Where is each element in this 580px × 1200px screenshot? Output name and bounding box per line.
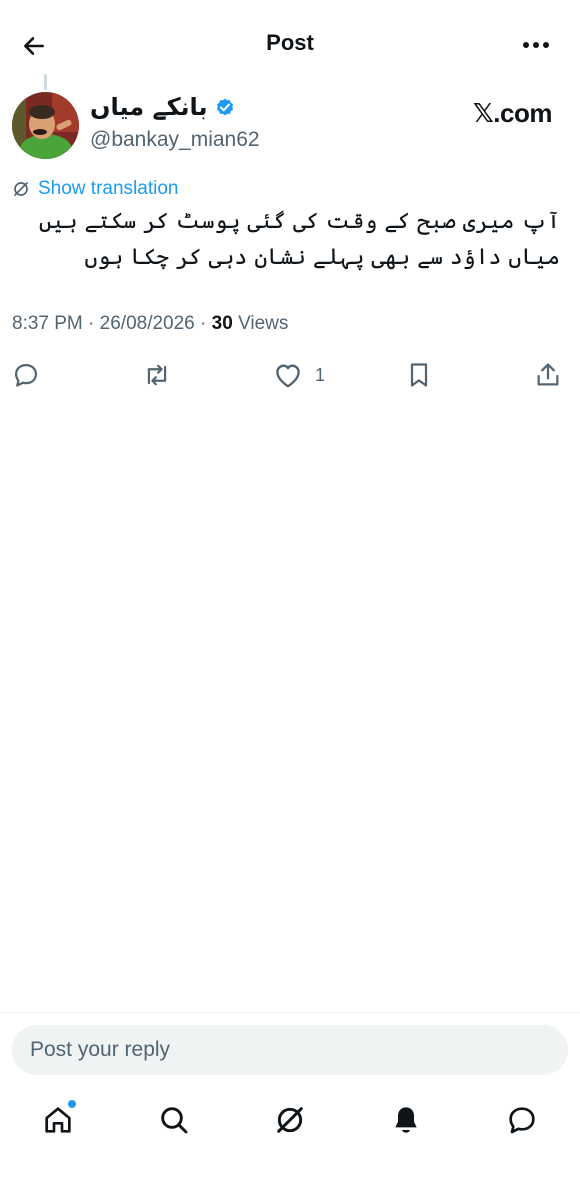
show-translation-label: Show translation: [38, 178, 179, 199]
show-translation-button[interactable]: Show translation: [12, 178, 178, 200]
verified-badge-icon: [214, 96, 236, 118]
nav-grok[interactable]: [270, 1100, 310, 1140]
messages-icon: [509, 1107, 535, 1134]
repost-button[interactable]: [142, 355, 172, 395]
like-button[interactable]: 1: [273, 355, 325, 395]
thread-connector-line: [44, 74, 47, 90]
views-count: 30: [211, 313, 233, 334]
author-name[interactable]: بانکے میاں: [90, 93, 208, 121]
nav-messages[interactable]: [502, 1100, 542, 1140]
grok-icon: [14, 182, 28, 196]
notifications-icon: [395, 1107, 417, 1133]
post-body: آپ میری صبح کے وقت کی گئی پوسٹ کر سکتے ہ…: [12, 204, 560, 276]
source-watermark: 𝕏.com: [472, 98, 553, 128]
reply-button[interactable]: [12, 355, 40, 395]
share-icon: [537, 363, 559, 386]
meta-separator: ·: [88, 313, 100, 334]
new-activity-dot: [68, 1100, 76, 1108]
repost-icon: [147, 364, 167, 386]
post-date: 26/08/2026: [99, 313, 195, 334]
search-icon: [161, 1107, 188, 1134]
top-bar: Post: [0, 0, 580, 90]
share-button[interactable]: [534, 355, 562, 395]
reply-input[interactable]: [12, 1025, 568, 1075]
post-text-line: میاں داؤد سے بھی پہلے نشان دہی کر چکا ہو…: [84, 245, 560, 270]
avatar[interactable]: [12, 92, 79, 159]
bottom-navigation: [0, 1090, 580, 1150]
page-title: Post: [266, 30, 314, 55]
nav-notifications[interactable]: [386, 1100, 426, 1140]
post-actions: 1: [0, 355, 580, 395]
more-options-button[interactable]: [516, 30, 556, 60]
meta-separator: ·: [200, 313, 212, 334]
nav-home[interactable]: [38, 1100, 78, 1140]
composer-divider: [0, 1012, 580, 1013]
post-time: 8:37 PM: [12, 313, 83, 334]
home-icon: [45, 1107, 71, 1133]
heart-icon: [276, 364, 300, 388]
author-handle[interactable]: @bankay_mian62: [90, 128, 260, 152]
post-text-line: آپ میری صبح کے وقت کی گئی پوسٹ کر سکتے ہ…: [38, 209, 560, 234]
bookmark-icon: [410, 363, 428, 387]
like-count: 1: [315, 364, 326, 385]
post-detail-screen: Post بانکے میاں @bankay_mian62 𝕏.com Sho…: [0, 0, 580, 1200]
grok-icon: [277, 1107, 303, 1133]
avatar-image: [12, 92, 79, 159]
post-meta: 8:37 PM · 26/08/2026 · 30 Views: [12, 313, 288, 335]
reply-icon: [14, 363, 38, 387]
back-button[interactable]: [16, 28, 52, 64]
author-name-row: بانکے میاں: [90, 93, 236, 121]
more-horizontal-icon: [523, 42, 549, 48]
views-label: Views: [238, 313, 289, 334]
bookmark-button[interactable]: [406, 355, 432, 395]
nav-search[interactable]: [154, 1100, 194, 1140]
arrow-left-icon: [24, 37, 44, 55]
